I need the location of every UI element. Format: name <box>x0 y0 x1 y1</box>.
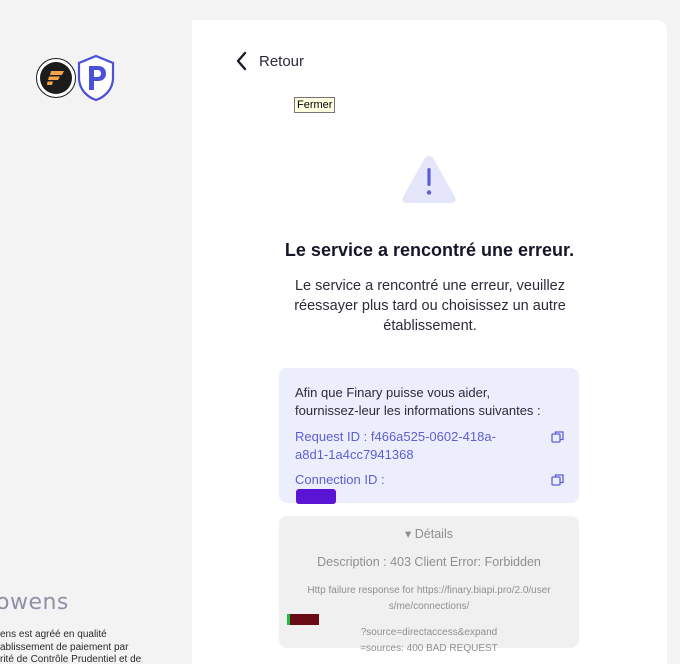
request-id-row: Request ID : f466a525-0602-418a- a8d1-1a… <box>295 428 565 464</box>
details-error-message: Http failure response for https://finary… <box>287 583 571 656</box>
back-label: Retour <box>259 52 305 70</box>
redacted-value <box>296 489 336 504</box>
details-description: Description : 403 Client Error: Forbidde… <box>317 555 541 569</box>
error-message: Le service a rencontré une erreur, veuil… <box>294 278 566 334</box>
details-toggle[interactable]: ▾ Détails <box>279 526 579 541</box>
copy-request-id-icon[interactable] <box>551 430 565 444</box>
support-intro: Afin que Finary puisse vous aider, fourn… <box>295 385 541 418</box>
warning-triangle-icon <box>402 156 456 203</box>
connection-id-row: Connection ID : <box>295 471 565 504</box>
copy-connection-id-icon[interactable] <box>551 473 565 487</box>
powens-legal-notice: ens est agréé en qualité ablissement de … <box>0 629 142 664</box>
details-panel: ▾ Détails Description : 403 Client Error… <box>279 516 579 654</box>
powens-shield-icon <box>77 54 115 102</box>
chevron-left-icon <box>236 51 247 71</box>
partner-logos <box>36 54 116 102</box>
error-card: Retour Fermer Le service a rencontré une… <box>192 20 667 664</box>
connection-id[interactable]: Connection ID : <box>295 471 385 504</box>
redacted-connection-id <box>287 614 319 625</box>
request-id[interactable]: Request ID : f466a525-0602-418a- a8d1-1a… <box>295 428 496 464</box>
error-title: Le service a rencontré une erreur. <box>284 240 575 260</box>
powens-wordmark: owens <box>0 590 69 615</box>
close-tooltip: Fermer <box>294 97 336 113</box>
finary-logo-icon <box>36 58 76 98</box>
support-info-box: Afin que Finary puisse vous aider, fourn… <box>279 368 579 504</box>
branding-panel: owens ens est agréé en qualité ablisseme… <box>0 0 192 664</box>
back-button[interactable]: Retour <box>234 50 304 72</box>
